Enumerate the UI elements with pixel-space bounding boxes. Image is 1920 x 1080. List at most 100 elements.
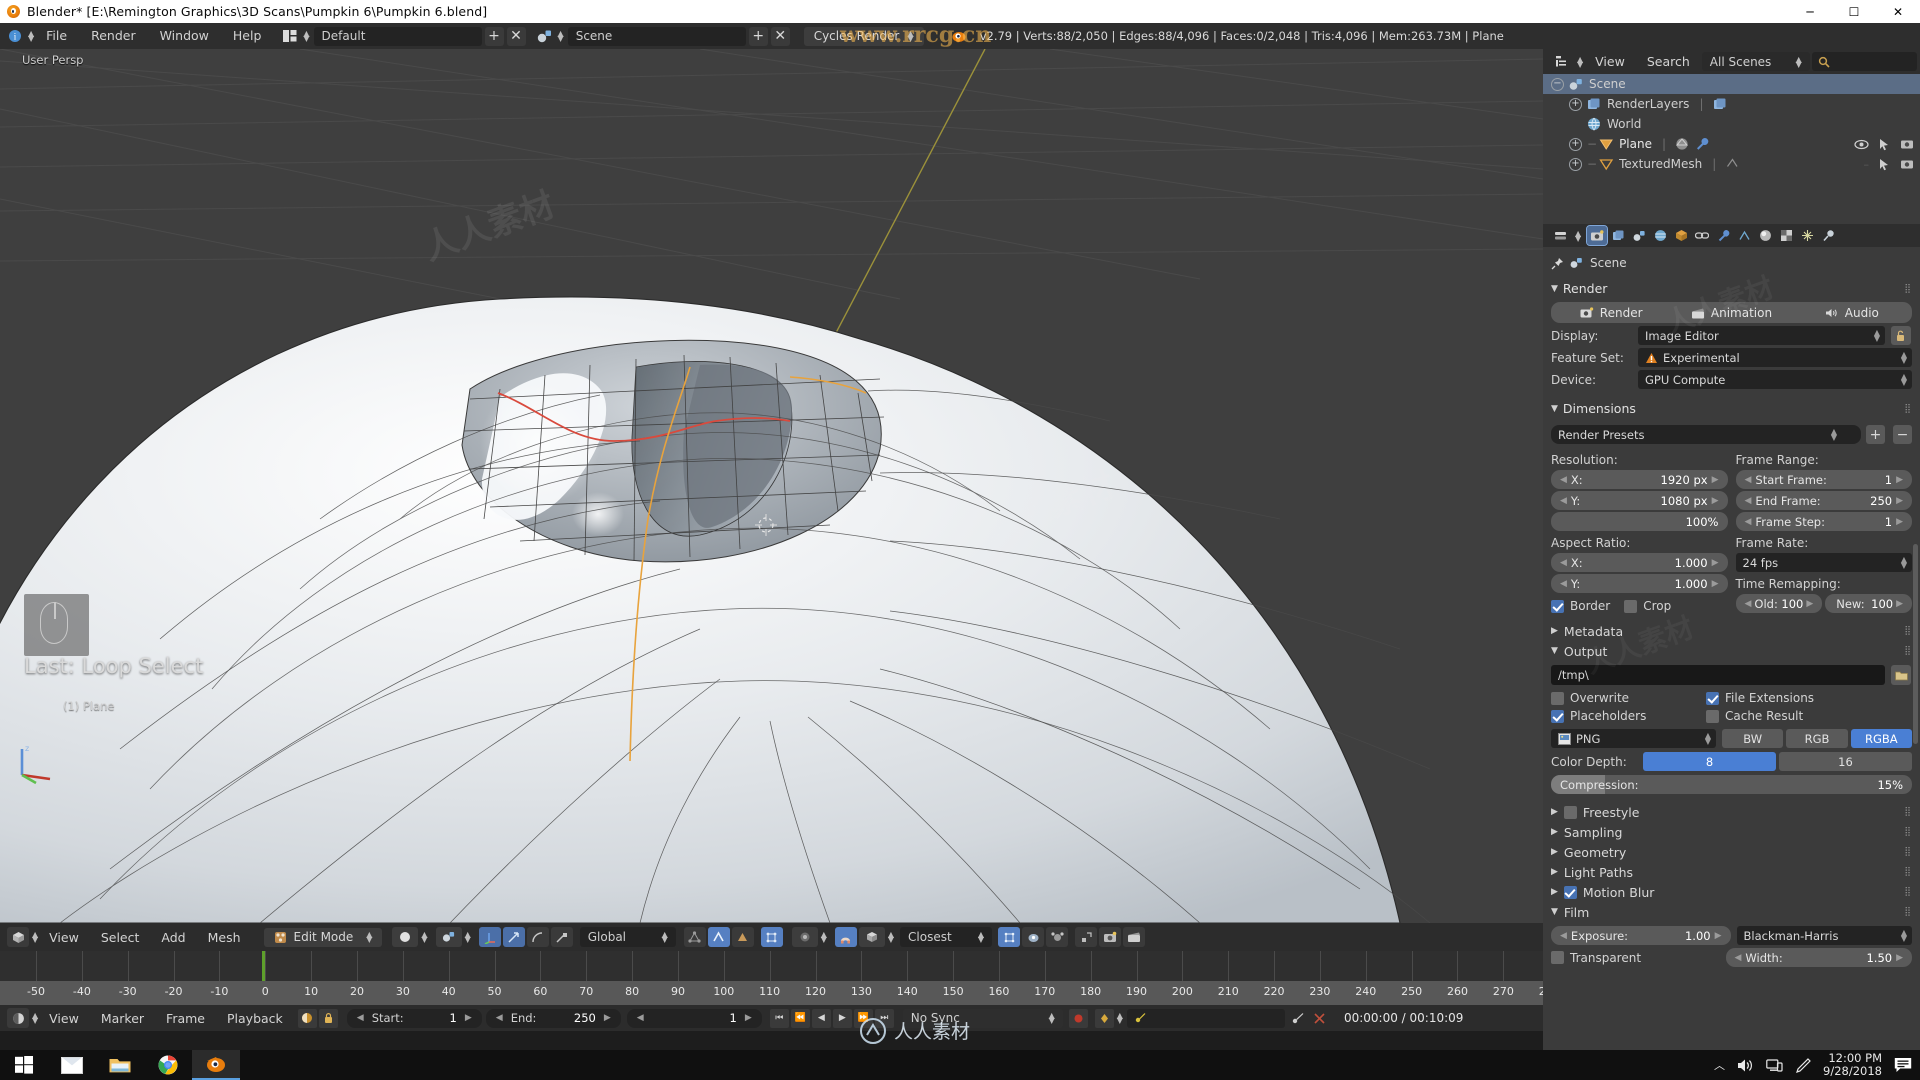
snap-with-button[interactable]: [998, 927, 1021, 947]
tab-particles[interactable]: [1797, 226, 1817, 245]
editor-type-outliner-icon[interactable]: [1550, 52, 1572, 72]
freestyle-check-icon[interactable]: [1563, 805, 1577, 819]
outliner-editor[interactable]: ▲ ▼ View Search All Scenes ▲ ▼ − Scene + R…: [1543, 49, 1920, 224]
mesh-data-icon[interactable]: [1725, 157, 1740, 171]
interaction-mode-select[interactable]: Edit Mode ▲ ▼: [263, 927, 383, 947]
play-reverse-button[interactable]: ◀: [811, 1008, 831, 1028]
file-format-select[interactable]: PNG ▲ ▼: [1551, 729, 1716, 748]
output-path-input[interactable]: /tmp\: [1551, 665, 1885, 685]
scene-browse-icon[interactable]: [534, 26, 556, 46]
rotate-manipulator-button[interactable]: [526, 927, 549, 947]
limit-selection-visible-button[interactable]: [760, 927, 783, 947]
close-button[interactable]: ✕: [1876, 0, 1920, 23]
viewport-menu-view[interactable]: View: [38, 930, 90, 945]
end-frame-field[interactable]: ◀ End: 250 ▶: [485, 1008, 621, 1028]
render-animation-icon[interactable]: [1123, 927, 1146, 947]
color-depth-16-button[interactable]: 16: [1779, 752, 1912, 771]
properties-editor[interactable]: ▲ ▼ Scene ▼ Render ⣿ Render Animation Au…: [1543, 224, 1920, 1050]
panel-light-paths-header[interactable]: ▶ Light Paths ⣿: [1551, 862, 1912, 882]
viewport-menu-mesh[interactable]: Mesh: [197, 930, 252, 945]
file-extensions-checkbox[interactable]: File Extensions: [1706, 691, 1814, 705]
outliner-search-input[interactable]: [1811, 52, 1917, 71]
tab-render[interactable]: [1586, 225, 1609, 246]
selectability-cursor-icon[interactable]: [1879, 158, 1890, 171]
visibility-eye-icon[interactable]: [1854, 139, 1869, 150]
timeline-menu-playback[interactable]: Playback: [216, 1011, 294, 1026]
3d-viewport[interactable]: User Persp Last: Loop Select (1) Plane z…: [0, 49, 1543, 923]
transform-orientation-select[interactable]: Global ▲ ▼: [579, 927, 676, 947]
scene-layer-spinner[interactable]: ▲ ▼: [465, 931, 471, 944]
face-select-mode-button[interactable]: [731, 927, 754, 947]
expand-toggle-icon[interactable]: +: [1569, 137, 1582, 151]
renderability-camera-icon[interactable]: [1900, 158, 1914, 170]
playhead[interactable]: [262, 951, 265, 981]
frame-step-field[interactable]: ◀ Frame Step: 1 ▶: [1735, 512, 1912, 531]
selectability-cursor-icon[interactable]: [1879, 138, 1890, 151]
taskbar-clock[interactable]: 12:00 PM 9/28/2018: [1823, 1052, 1882, 1078]
manipulator-toggle[interactable]: [478, 927, 501, 947]
previous-keyframe-button[interactable]: ⏪: [790, 1008, 810, 1028]
mesh-data-icon[interactable]: [1675, 137, 1690, 151]
panel-metadata-header[interactable]: ▶ Metadata ⣿: [1551, 621, 1912, 641]
color-mode-rgb-button[interactable]: RGB: [1786, 729, 1848, 748]
pen-icon[interactable]: [1795, 1057, 1811, 1073]
renderability-camera-icon[interactable]: [1900, 138, 1914, 150]
render-image-button[interactable]: Render: [1551, 302, 1671, 323]
render-audio-button[interactable]: Audio: [1792, 302, 1912, 323]
start-frame-prop-field[interactable]: ◀ Start Frame: 1 ▶: [1735, 470, 1912, 489]
end-frame-prop-field[interactable]: ◀ End Frame: 250 ▶: [1735, 491, 1912, 510]
crop-checkbox[interactable]: Crop: [1624, 599, 1671, 613]
tab-scene[interactable]: [1629, 226, 1649, 245]
proportional-editing-select[interactable]: [791, 927, 818, 947]
properties-scrollbar[interactable]: [1913, 544, 1918, 744]
tab-material[interactable]: [1755, 226, 1775, 245]
lock-icon[interactable]: [318, 1008, 338, 1028]
panel-render-header[interactable]: ▼ Render ⣿: [1551, 278, 1912, 299]
timeline-menu-marker[interactable]: Marker: [90, 1011, 155, 1026]
scene-spinner[interactable]: ▲ ▼: [558, 30, 564, 43]
scene-layer-select[interactable]: [435, 927, 462, 947]
start-frame-field[interactable]: ◀ Start: 1 ▶: [346, 1008, 482, 1028]
tab-world[interactable]: [1650, 226, 1670, 245]
overwrite-checkbox[interactable]: Overwrite: [1551, 691, 1701, 705]
outliner-row-plane[interactable]: + − Plane |: [1543, 134, 1920, 154]
timeline-menu-frame[interactable]: Frame: [155, 1011, 216, 1026]
screen-layout-spinner[interactable]: ▲ ▼: [303, 30, 309, 43]
remove-preset-button[interactable]: −: [1893, 425, 1912, 444]
play-button[interactable]: ▶: [832, 1008, 852, 1028]
keying-set-icon[interactable]: [1094, 1008, 1114, 1028]
outliner-row-texturedmesh[interactable]: + − TexturedMesh | –: [1543, 154, 1920, 174]
snap-target-select[interactable]: Closest ▲ ▼: [900, 927, 993, 947]
timeline-ruler[interactable]: -50 -40 -30 -20 -10 0 10 20 30 40 50 60 70 80 90 100 110…: [0, 951, 1560, 1005]
uv-sculpt-button[interactable]: [1046, 927, 1069, 947]
tab-object-data[interactable]: [1734, 226, 1754, 245]
collapse-toggle-icon[interactable]: −: [1551, 77, 1564, 91]
minimize-button[interactable]: ─: [1788, 0, 1832, 23]
panel-freestyle-header[interactable]: ▶ Freestyle ⣿: [1551, 802, 1912, 822]
pin-icon[interactable]: [1551, 257, 1564, 270]
edge-select-mode-button[interactable]: [707, 927, 730, 947]
chevron-up-icon[interactable]: ︿: [1714, 1057, 1725, 1073]
expand-toggle-icon[interactable]: +: [1569, 97, 1582, 111]
snap-magnet-toggle[interactable]: [834, 927, 857, 947]
timeline-scale[interactable]: -50 -40 -30 -20 -10 0 10 20 30 40 50 60 70 80 90 100 110…: [0, 981, 1560, 1005]
snap-element-spinner[interactable]: ▲ ▼: [888, 931, 894, 944]
maximize-button[interactable]: ☐: [1832, 0, 1876, 23]
tab-constraints[interactable]: [1692, 226, 1712, 245]
insert-keyframe-button[interactable]: [1289, 1009, 1308, 1028]
panel-sampling-header[interactable]: ▶ Sampling ⣿: [1551, 822, 1912, 842]
panel-output-header[interactable]: ▼ Output ⣿: [1551, 641, 1912, 661]
renderlayer-data-icon[interactable]: [1713, 98, 1728, 111]
timeline-track-area[interactable]: [0, 951, 1551, 981]
border-checkbox[interactable]: Border: [1551, 599, 1610, 613]
mail-icon[interactable]: [48, 1050, 96, 1080]
screen-layout-icon[interactable]: [279, 26, 301, 46]
resolution-y-field[interactable]: ◀ Y: 1080 px ▶: [1551, 491, 1728, 510]
delete-keyframe-button[interactable]: [1310, 1009, 1329, 1028]
render-preview-icon[interactable]: [1099, 927, 1122, 947]
opengl-render-button[interactable]: [1022, 927, 1045, 947]
panel-motion-blur-header[interactable]: ▶ Motion Blur ⣿: [1551, 882, 1912, 902]
notification-icon[interactable]: [1894, 1057, 1912, 1073]
viewport-menu-add[interactable]: Add: [150, 930, 196, 945]
aspect-y-field[interactable]: ◀ Y: 1.000 ▶: [1551, 574, 1728, 593]
